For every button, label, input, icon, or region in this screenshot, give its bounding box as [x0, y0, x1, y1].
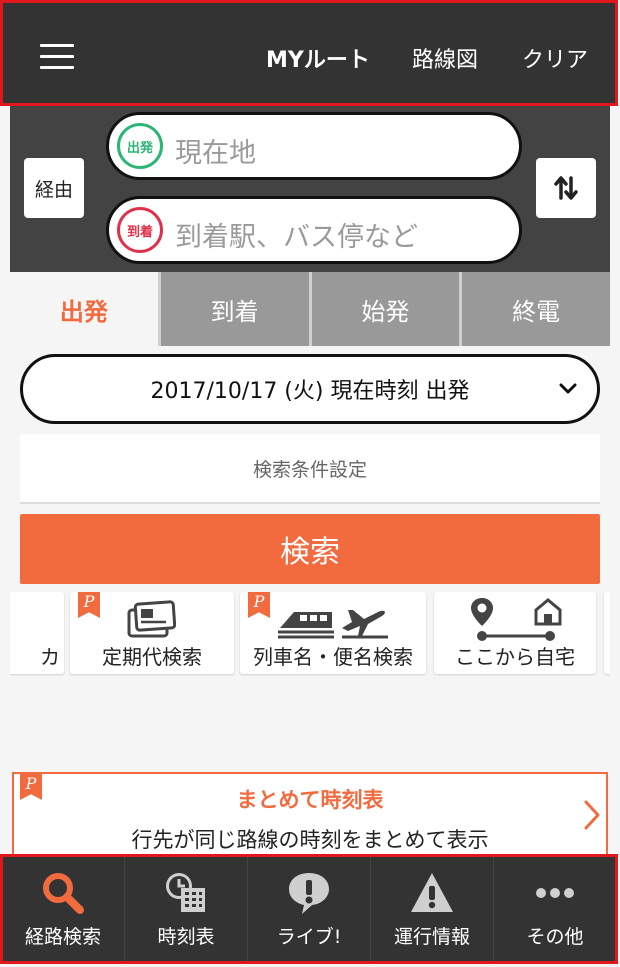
app-screen: MYルート 路線図 クリア 経由 出発 現在地 到着 到着駅、バス停など 出発 …	[0, 0, 620, 967]
search-type-tabs: 出発 到着 始発 終電	[10, 272, 610, 346]
station-search-panel: 経由 出発 現在地 到着 到着駅、バス停など	[10, 104, 610, 272]
nav-label: その他	[526, 926, 584, 948]
tab-arrival[interactable]: 到着	[157, 272, 309, 346]
shortcut-label: 列車名・便名検索	[253, 645, 413, 669]
home-route-icon	[471, 598, 562, 641]
search-icon	[43, 873, 84, 914]
departure-field[interactable]: 出発 現在地	[106, 112, 522, 180]
shortcut-next-partial[interactable]	[604, 592, 610, 674]
nav-label: ライブ!	[276, 926, 342, 948]
arrival-field[interactable]: 到着 到着駅、バス停など	[106, 196, 522, 264]
nav-route-search[interactable]: 経路検索	[2, 856, 125, 962]
nav-timetable[interactable]: 時刻表	[125, 856, 248, 962]
chevron-down-icon	[559, 377, 577, 401]
search-conditions-button[interactable]: 検索条件設定	[20, 434, 600, 504]
nav-live[interactable]: ライブ!	[248, 856, 371, 962]
point-flag-icon: P	[78, 592, 100, 618]
top-header: MYルート 路線図 クリア	[2, 2, 616, 104]
chevron-right-icon	[584, 800, 600, 838]
nav-more[interactable]: その他	[494, 856, 616, 962]
timetable-banner[interactable]: P まとめて時刻表 行先が同じ路線の時刻をまとめて表示	[12, 772, 608, 862]
bottom-navigation: 経路検索 時刻表 ライブ! 運行情報 その他	[2, 856, 616, 962]
swap-arrows-icon	[554, 176, 578, 200]
live-alert-icon	[289, 873, 329, 914]
route-map-link[interactable]: 路線図	[412, 42, 478, 74]
swap-button[interactable]	[536, 158, 596, 218]
commuter-pass-icon	[127, 600, 176, 638]
train-plane-icon	[278, 610, 388, 639]
shortcut-home-route[interactable]: ここから自宅	[434, 592, 596, 674]
nav-service-info[interactable]: 運行情報	[371, 856, 494, 962]
nav-label: 運行情報	[393, 926, 470, 948]
nav-label: 時刻表	[157, 926, 215, 948]
shortcut-train-flight-name[interactable]: P 列車名・便名検索	[240, 592, 426, 674]
datetime-selector[interactable]: 2017/10/17 (火) 現在時刻 出発	[20, 354, 600, 424]
search-button[interactable]: 検索	[20, 514, 600, 584]
tab-departure[interactable]: 出発	[10, 272, 158, 346]
point-flag-icon: P	[248, 592, 270, 618]
shortcut-carousel: カ P 定期代検索 P 列車名・便名検索 ここから自宅	[10, 592, 610, 676]
banner-description: 行先が同じ路線の時刻をまとめて表示	[131, 828, 489, 852]
my-route-link[interactable]: MYルート	[266, 42, 370, 74]
departure-placeholder: 現在地	[175, 138, 256, 169]
more-icon	[536, 888, 574, 898]
arrival-placeholder: 到着駅、バス停など	[175, 222, 418, 253]
via-button[interactable]: 経由	[24, 158, 84, 218]
clear-link[interactable]: クリア	[522, 42, 588, 74]
tab-last-train[interactable]: 終電	[459, 272, 610, 346]
datetime-value: 2017/10/17 (火) 現在時刻 出発	[150, 379, 470, 404]
shortcut-commuter-pass[interactable]: P 定期代検索	[70, 592, 234, 674]
shortcut-label: 定期代検索	[102, 645, 202, 669]
timetable-icon	[166, 873, 205, 912]
banner-title: まとめて時刻表	[236, 788, 384, 812]
nav-label: 経路検索	[24, 926, 101, 948]
warning-icon	[411, 873, 453, 912]
shortcut-label: カ	[40, 645, 60, 669]
tab-first-train[interactable]: 始発	[308, 272, 460, 346]
shortcut-partial[interactable]: カ	[10, 592, 64, 674]
departure-badge: 出発	[117, 123, 163, 169]
hamburger-menu-icon[interactable]	[40, 44, 74, 70]
shortcut-label: ここから自宅	[455, 645, 575, 669]
arrival-badge: 到着	[117, 207, 163, 253]
